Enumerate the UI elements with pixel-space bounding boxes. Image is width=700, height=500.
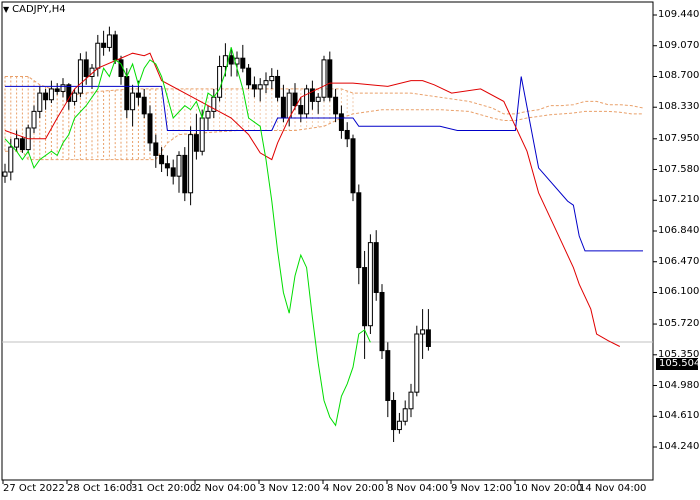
bullish-candle	[396, 420, 402, 431]
bearish-candle	[54, 88, 60, 92]
bearish-candle	[333, 96, 339, 115]
x-tick-label: 10 Nov 20:00	[515, 483, 583, 494]
bearish-candle	[251, 84, 257, 90]
bullish-candle	[8, 146, 14, 173]
bearish-candle	[338, 113, 344, 131]
chikou-span-line	[4, 47, 371, 427]
bearish-candle	[141, 96, 147, 115]
bearish-candle	[164, 163, 170, 169]
y-tick-label: 107.950	[658, 132, 700, 144]
x-tick-label: 3 Nov 12:00	[259, 483, 321, 494]
y-tick-label: 107.580	[658, 163, 700, 175]
bullish-candle	[367, 242, 373, 327]
bullish-candle	[263, 80, 269, 86]
bullish-candle	[48, 88, 54, 101]
bullish-candle	[286, 92, 292, 119]
bearish-candle	[135, 92, 141, 98]
bullish-candle	[315, 96, 321, 102]
bearish-candle	[153, 142, 159, 156]
dropdown-arrow-icon[interactable]: ▼	[3, 5, 9, 14]
bullish-candle	[95, 42, 101, 69]
bullish-candle	[257, 84, 263, 90]
bullish-candle	[176, 154, 182, 177]
x-tick-label: 28 Oct 16:00	[67, 483, 133, 494]
x-tick-label: 9 Nov 12:00	[451, 483, 513, 494]
bearish-candle	[112, 34, 118, 61]
bullish-candle	[205, 110, 211, 119]
bearish-candle	[350, 138, 356, 194]
bullish-candle	[217, 66, 223, 98]
bearish-candle	[19, 138, 25, 151]
bearish-candle	[170, 167, 176, 177]
bullish-candle	[77, 59, 83, 94]
y-tick-label: 104.980	[658, 379, 700, 391]
bearish-candle	[373, 242, 379, 293]
bearish-candle	[240, 57, 246, 69]
y-tick-label: 109.440	[658, 9, 700, 20]
y-tick-label: 106.470	[658, 255, 700, 267]
bearish-candle	[425, 329, 431, 347]
bearish-candle	[83, 59, 89, 77]
bullish-candle	[14, 138, 20, 148]
bearish-candle	[379, 291, 385, 352]
bullish-candle	[414, 333, 420, 393]
bearish-candle	[362, 267, 368, 327]
current-price-tag: 105.504	[656, 358, 700, 370]
y-tick-label: 108.700	[658, 70, 700, 82]
bearish-candle	[298, 105, 304, 115]
y-tick-label: 104.240	[658, 441, 700, 452]
bullish-candle	[2, 171, 8, 177]
bullish-candle	[188, 134, 194, 194]
bearish-candle	[193, 134, 199, 152]
bullish-candle	[408, 391, 414, 410]
x-tick-label: 2 Nov 04:00	[195, 483, 257, 494]
bullish-candle	[130, 92, 136, 111]
y-tick-label: 106.840	[658, 225, 700, 236]
x-tick-label: 8 Nov 04:00	[387, 483, 449, 494]
x-tick-label: 31 Oct 20:00	[131, 483, 197, 494]
chart-canvas[interactable]	[0, 0, 700, 500]
y-tick-label: 106.100	[658, 286, 700, 298]
symbol-text: CADJPY,H4	[12, 4, 66, 15]
bullish-candle	[420, 329, 426, 335]
bearish-candle	[280, 96, 286, 119]
bearish-candle	[292, 92, 298, 107]
bullish-candle	[402, 408, 408, 422]
bearish-candle	[356, 192, 362, 269]
bullish-candle	[60, 84, 66, 92]
y-tick-label: 108.330	[658, 101, 700, 113]
bearish-candle	[246, 67, 252, 86]
bearish-candle	[275, 75, 281, 98]
bearish-candle	[344, 129, 350, 140]
bullish-candle	[31, 110, 37, 129]
bearish-candle	[43, 92, 49, 101]
bearish-candle	[391, 399, 397, 431]
y-tick-label: 105.720	[658, 318, 700, 330]
bullish-candle	[269, 75, 275, 82]
x-tick-label: 27 Oct 2022	[3, 483, 65, 494]
x-tick-label: 14 Nov 04:00	[579, 483, 647, 494]
bullish-candle	[72, 92, 78, 102]
bearish-candle	[101, 42, 107, 48]
y-tick-label: 104.610	[658, 410, 700, 422]
y-tick-label: 107.210	[658, 194, 700, 206]
bearish-candle	[159, 154, 165, 165]
bullish-candle	[37, 92, 43, 112]
bearish-candle	[385, 350, 391, 401]
bearish-candle	[228, 55, 234, 65]
bullish-candle	[321, 59, 327, 98]
y-tick-label: 109.070	[658, 39, 700, 51]
bearish-candle	[327, 59, 333, 98]
symbol-label[interactable]: ▼ CADJPY,H4	[3, 4, 66, 15]
x-tick-label: 4 Nov 20:00	[323, 483, 385, 494]
bearish-candle	[182, 154, 188, 194]
bullish-candle	[199, 117, 205, 152]
bullish-candle	[106, 34, 112, 48]
bullish-candle	[304, 88, 310, 115]
bearish-candle	[124, 75, 130, 111]
chart[interactable]: ▼ CADJPY,H4 109.440 109.070 108.700 108.330…	[0, 0, 700, 500]
bearish-candle	[147, 113, 153, 144]
